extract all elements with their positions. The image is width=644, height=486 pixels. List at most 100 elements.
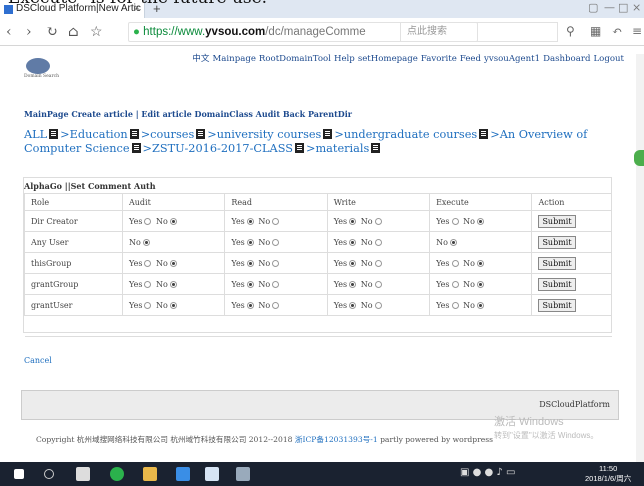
browser-taskbar-icon[interactable] xyxy=(110,467,124,481)
no-radio[interactable] xyxy=(476,301,484,309)
topnav-link-7[interactable]: yvsouAgent1 xyxy=(484,54,540,64)
yes-radio[interactable] xyxy=(349,217,357,225)
yes-radio[interactable] xyxy=(246,217,254,225)
yes-radio[interactable] xyxy=(144,301,152,309)
no-radio[interactable] xyxy=(374,280,382,288)
breadcrumb-link[interactable]: courses xyxy=(150,128,194,141)
star-icon[interactable]: ☆ xyxy=(90,24,103,40)
yes-radio[interactable] xyxy=(144,280,152,288)
undo-icon[interactable]: ↶ xyxy=(612,24,622,38)
page-icon[interactable] xyxy=(129,129,139,139)
apps-icon[interactable]: ▦ xyxy=(590,24,601,38)
yes-radio[interactable] xyxy=(451,217,459,225)
reload-icon[interactable]: ↻ xyxy=(46,24,58,40)
yes-radio[interactable] xyxy=(144,217,152,225)
search-icon[interactable]: ⚲ xyxy=(566,24,575,38)
topnav-link-1[interactable]: Mainpage xyxy=(212,54,255,64)
page-icon[interactable] xyxy=(131,143,141,153)
home-icon[interactable]: ⌂ xyxy=(68,24,79,40)
no-radio[interactable] xyxy=(374,238,382,246)
breadcrumb-link[interactable]: ALL xyxy=(24,128,47,141)
no-radio[interactable] xyxy=(272,238,280,246)
submit-button[interactable]: Submit xyxy=(538,298,576,312)
no-radio[interactable] xyxy=(374,217,382,225)
no-radio[interactable] xyxy=(476,217,484,225)
photos-icon[interactable] xyxy=(176,467,190,481)
icp-link[interactable]: 浙ICP备12031393号-1 xyxy=(295,435,378,444)
yes-radio[interactable] xyxy=(451,301,459,309)
submit-button[interactable]: Submit xyxy=(538,256,576,270)
yes-radio[interactable] xyxy=(349,238,357,246)
site-logo[interactable]: Domain Search xyxy=(24,56,60,82)
no-radio[interactable] xyxy=(272,259,280,267)
page-icon[interactable] xyxy=(371,143,381,153)
clock[interactable]: 11:50 2018/1/6/周六 xyxy=(585,464,631,484)
action-links[interactable]: MainPage Create article | Edit article D… xyxy=(24,109,352,119)
no-radio[interactable] xyxy=(476,259,484,267)
yes-radio[interactable] xyxy=(349,259,357,267)
yes-radio[interactable] xyxy=(246,280,254,288)
breadcrumb-link[interactable]: materials xyxy=(315,142,369,155)
menu-icon[interactable]: ≡ xyxy=(632,24,642,38)
topnav-link-0[interactable]: 中文 xyxy=(192,54,209,64)
page-icon[interactable] xyxy=(196,129,206,139)
scrollbar[interactable] xyxy=(636,54,644,462)
copyright: Copyright 杭州域搜网络科技有限公司 杭州域竹科技有限公司 2012--… xyxy=(36,434,493,445)
paint-icon[interactable] xyxy=(236,467,250,481)
close-window-icon[interactable]: × xyxy=(632,1,641,14)
back-icon[interactable]: ‹ xyxy=(6,24,12,40)
topnav-link-6[interactable]: Feed xyxy=(460,54,481,64)
no-radio[interactable] xyxy=(169,280,177,288)
submit-button[interactable]: Submit xyxy=(538,235,576,249)
topnav-link-5[interactable]: Favorite xyxy=(421,54,457,64)
minimize-icon[interactable]: — xyxy=(604,1,615,14)
yes-radio[interactable] xyxy=(451,259,459,267)
no-radio[interactable] xyxy=(272,301,280,309)
breadcrumb-link[interactable]: university courses xyxy=(217,128,322,141)
maximize-icon[interactable]: □ xyxy=(618,1,628,14)
breadcrumb-link[interactable]: undergraduate courses xyxy=(344,128,477,141)
yes-radio[interactable] xyxy=(349,280,357,288)
no-radio[interactable] xyxy=(169,217,177,225)
page-icon[interactable] xyxy=(49,129,59,139)
search-taskbar-icon[interactable] xyxy=(44,469,54,479)
no-radio[interactable] xyxy=(374,301,382,309)
yes-radio[interactable] xyxy=(246,259,254,267)
windows-start-icon[interactable] xyxy=(14,469,24,479)
no-radio[interactable] xyxy=(142,238,150,246)
no-radio[interactable] xyxy=(169,301,177,309)
restore-icon[interactable]: ▢ xyxy=(588,1,598,14)
no-radio[interactable] xyxy=(374,259,382,267)
no-radio[interactable] xyxy=(272,280,280,288)
yes-radio[interactable] xyxy=(246,238,254,246)
topnav-link-9[interactable]: Logout xyxy=(593,54,624,64)
page-icon[interactable] xyxy=(323,129,333,139)
topnav-link-4[interactable]: setHomepage xyxy=(358,54,418,64)
notes-icon[interactable] xyxy=(205,467,219,481)
page-icon[interactable] xyxy=(479,129,489,139)
page-icon[interactable] xyxy=(295,143,304,153)
search-box[interactable]: 点此搜索 xyxy=(400,22,558,42)
submit-button[interactable]: Submit xyxy=(538,277,576,291)
file-explorer-icon[interactable] xyxy=(143,467,157,481)
breadcrumb-link[interactable]: ZSTU-2016-2017-CLASS xyxy=(152,142,293,155)
yes-radio[interactable] xyxy=(451,280,459,288)
breadcrumb-link[interactable]: Education xyxy=(70,128,128,141)
no-radio[interactable] xyxy=(272,217,280,225)
yes-radio[interactable] xyxy=(144,259,152,267)
yes-radio[interactable] xyxy=(349,301,357,309)
app-icon[interactable] xyxy=(76,467,90,481)
topnav-link-2[interactable]: RootDomainTool xyxy=(259,54,331,64)
no-radio[interactable] xyxy=(476,280,484,288)
yes-label: Yes xyxy=(231,300,245,310)
system-tray[interactable]: ▣ ● ● ♪ ▭ xyxy=(460,467,515,478)
forward-icon[interactable]: › xyxy=(26,24,32,40)
topnav-link-8[interactable]: Dashboard xyxy=(543,54,590,64)
topnav-link-3[interactable]: Help xyxy=(334,54,355,64)
cancel-link[interactable]: Cancel xyxy=(24,356,52,365)
side-widget-icon[interactable] xyxy=(634,150,644,166)
no-radio[interactable] xyxy=(169,259,177,267)
yes-radio[interactable] xyxy=(246,301,254,309)
submit-button[interactable]: Submit xyxy=(538,214,576,228)
no-radio[interactable] xyxy=(449,238,457,246)
